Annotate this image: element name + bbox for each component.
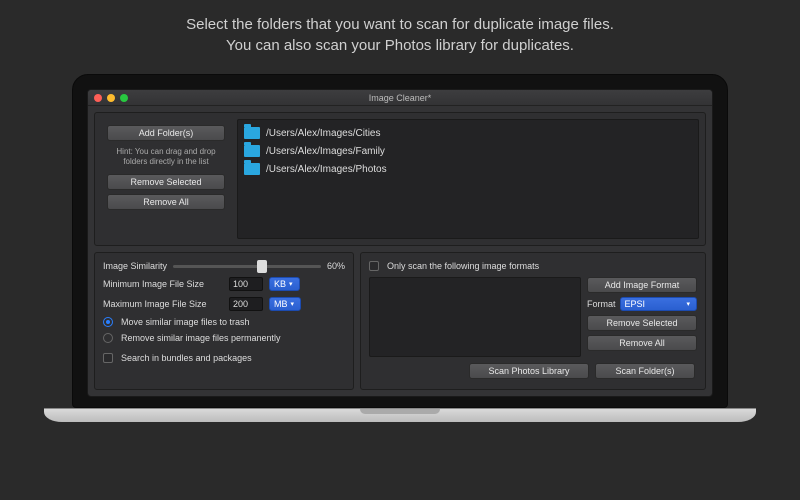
checkbox-search-bundles[interactable]: Search in bundles and packages [103, 353, 345, 363]
max-size-unit-value: MB [274, 299, 288, 309]
folder-sidebar: Add Folder(s) Hint: You can drag and dro… [101, 119, 231, 239]
folder-path: /Users/Alex/Images/Photos [266, 164, 387, 175]
checkbox-only-scan-formats[interactable]: Only scan the following image formats [369, 261, 697, 271]
folder-path: /Users/Alex/Images/Cities [266, 128, 380, 139]
format-select[interactable]: EPSI ▾ [620, 297, 697, 311]
slider-thumb-icon[interactable] [257, 260, 267, 273]
laptop-base [44, 408, 756, 422]
remove-selected-format-button[interactable]: Remove Selected [587, 315, 697, 331]
max-size-label: Maximum Image File Size [103, 299, 223, 309]
chevron-updown-icon: ▾ [291, 300, 295, 308]
similarity-label: Image Similarity [103, 261, 167, 271]
max-size-unit-select[interactable]: MB ▾ [269, 297, 301, 311]
folder-list[interactable]: /Users/Alex/Images/Cities /Users/Alex/Im… [237, 119, 699, 239]
min-size-input[interactable] [229, 277, 263, 291]
scan-folders-button[interactable]: Scan Folder(s) [595, 363, 695, 379]
headline-line2: You can also scan your Photos library fo… [0, 35, 800, 56]
folder-row[interactable]: /Users/Alex/Images/Cities [242, 124, 694, 142]
checkbox-icon[interactable] [369, 261, 379, 271]
drag-drop-hint: Hint: You can drag and drop folders dire… [107, 145, 225, 170]
remove-all-folders-button[interactable]: Remove All [107, 194, 225, 210]
app-window: Image Cleaner* Add Folder(s) Hint: You c… [87, 89, 713, 397]
radio-move-trash[interactable]: Move similar image files to trash [103, 317, 345, 327]
min-size-label: Minimum Image File Size [103, 279, 223, 289]
add-folders-button[interactable]: Add Folder(s) [107, 125, 225, 141]
add-image-format-button[interactable]: Add Image Format [587, 277, 697, 293]
scan-photos-library-button[interactable]: Scan Photos Library [469, 363, 589, 379]
similarity-value: 60% [327, 261, 345, 271]
similarity-slider[interactable] [173, 265, 321, 268]
radio-trash-label: Move similar image files to trash [121, 317, 250, 327]
min-size-unit-select[interactable]: KB ▾ [269, 277, 300, 291]
folder-row[interactable]: /Users/Alex/Images/Photos [242, 160, 694, 178]
folder-icon [244, 127, 260, 139]
instruction-headline: Select the folders that you want to scan… [0, 0, 800, 56]
folder-icon [244, 163, 260, 175]
chevron-updown-icon: ▾ [289, 280, 293, 288]
window-title: Image Cleaner* [88, 93, 712, 103]
min-size-unit-value: KB [274, 279, 286, 289]
only-scan-label: Only scan the following image formats [387, 261, 539, 271]
format-select-value: EPSI [625, 299, 646, 309]
remove-all-formats-button[interactable]: Remove All [587, 335, 697, 351]
search-bundles-label: Search in bundles and packages [121, 353, 252, 363]
format-list[interactable] [369, 277, 581, 357]
max-size-input[interactable] [229, 297, 263, 311]
folder-path: /Users/Alex/Images/Family [266, 146, 385, 157]
radio-icon[interactable] [103, 333, 113, 343]
laptop-frame: Image Cleaner* Add Folder(s) Hint: You c… [72, 74, 728, 422]
radio-icon[interactable] [103, 317, 113, 327]
remove-selected-folder-button[interactable]: Remove Selected [107, 174, 225, 190]
folder-icon [244, 145, 260, 157]
titlebar[interactable]: Image Cleaner* [88, 90, 712, 106]
radio-remove-permanently[interactable]: Remove similar image files permanently [103, 333, 345, 343]
scan-settings-panel: Image Similarity 60% Minimum Image File … [94, 252, 354, 390]
radio-perm-label: Remove similar image files permanently [121, 333, 281, 343]
format-label: Format [587, 299, 616, 309]
chevron-updown-icon: ▾ [686, 300, 690, 308]
folder-row[interactable]: /Users/Alex/Images/Family [242, 142, 694, 160]
formats-panel: Only scan the following image formats Ad… [360, 252, 706, 390]
headline-line1: Select the folders that you want to scan… [0, 14, 800, 35]
checkbox-icon[interactable] [103, 353, 113, 363]
